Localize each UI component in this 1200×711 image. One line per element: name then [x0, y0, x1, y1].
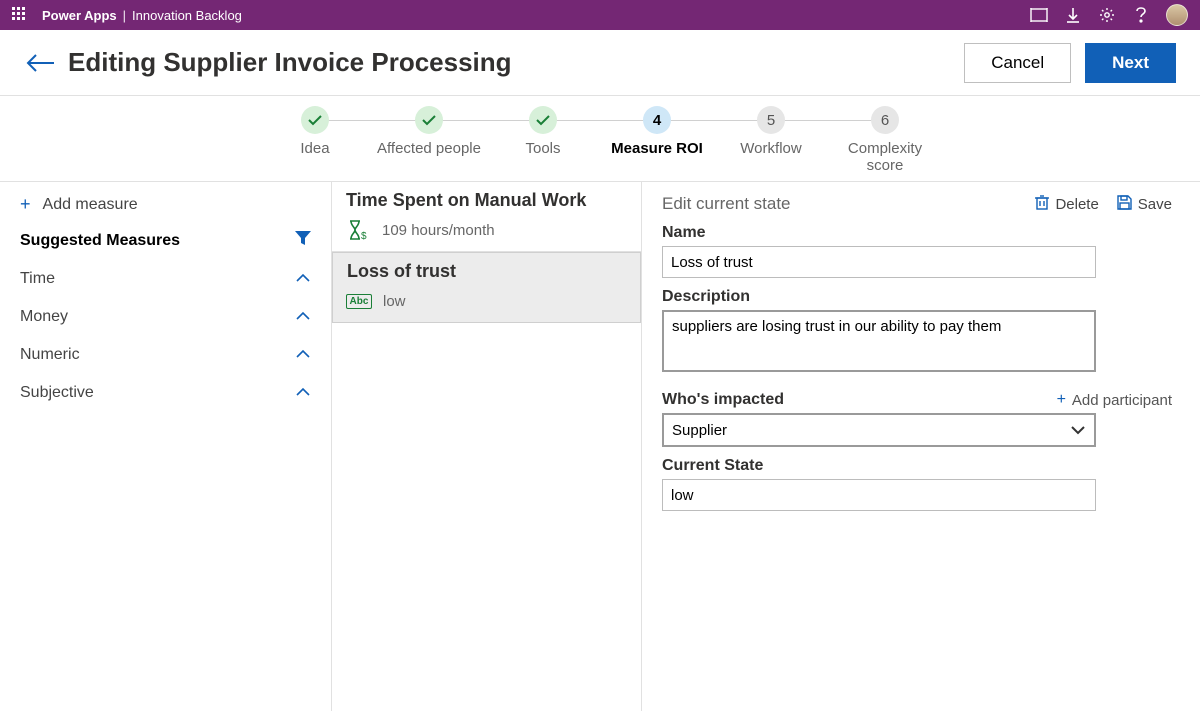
measures-list: Time Spent on Manual Work $ 109 hours/mo…	[332, 182, 642, 711]
chevron-up-icon	[295, 308, 311, 326]
step-idea[interactable]: Idea	[258, 106, 372, 157]
cancel-button[interactable]: Cancel	[964, 43, 1071, 83]
trash-icon	[1035, 194, 1049, 214]
plus-icon: +	[20, 194, 31, 215]
avatar[interactable]	[1166, 4, 1188, 26]
step-measure-roi[interactable]: 4 Measure ROI	[600, 106, 714, 157]
save-icon	[1117, 195, 1132, 214]
description-label: Description	[662, 288, 1172, 306]
help-icon[interactable]	[1132, 6, 1150, 24]
brand-label: Power Apps	[42, 8, 117, 23]
delete-button[interactable]: Delete	[1035, 194, 1098, 214]
add-participant-button[interactable]: + Add participant	[1057, 391, 1172, 409]
category-money[interactable]: Money	[0, 298, 331, 336]
detail-heading: Edit current state	[662, 194, 791, 214]
brand-separator: |	[123, 8, 126, 23]
impacted-select[interactable]: Supplier	[662, 413, 1096, 447]
app-launcher-icon[interactable]	[12, 7, 28, 23]
impacted-label: Who's impacted	[662, 391, 784, 409]
wizard-stepper: Idea Affected people Tools 4 Measure ROI…	[0, 96, 1200, 182]
category-numeric[interactable]: Numeric	[0, 336, 331, 374]
category-time[interactable]: Time	[0, 260, 331, 298]
gear-icon[interactable]	[1098, 6, 1116, 24]
save-button[interactable]: Save	[1117, 195, 1172, 214]
step-tools[interactable]: Tools	[486, 106, 600, 157]
main-content: + Add measure Suggested Measures Time Mo…	[0, 182, 1200, 711]
add-measure-button[interactable]: + Add measure	[0, 182, 331, 227]
abc-icon: Abc	[347, 290, 371, 312]
global-topbar: Power Apps | Innovation Backlog	[0, 0, 1200, 30]
next-button[interactable]: Next	[1085, 43, 1176, 83]
page-title: Editing Supplier Invoice Processing	[68, 47, 512, 78]
plus-icon: +	[1057, 391, 1066, 409]
chevron-down-icon	[1070, 422, 1086, 439]
suggested-measures-header: Suggested Measures	[0, 227, 331, 260]
current-state-input[interactable]	[662, 479, 1096, 511]
step-workflow[interactable]: 5 Workflow	[714, 106, 828, 157]
fit-icon[interactable]	[1030, 6, 1048, 24]
category-subjective[interactable]: Subjective	[0, 374, 331, 412]
chevron-up-icon	[295, 346, 311, 364]
download-icon[interactable]	[1064, 6, 1082, 24]
measures-sidebar: + Add measure Suggested Measures Time Mo…	[0, 182, 332, 711]
hourglass-money-icon: $	[346, 219, 370, 241]
step-complexity-score[interactable]: 6 Complexity score	[828, 106, 942, 175]
measure-card-time-spent[interactable]: Time Spent on Manual Work $ 109 hours/mo…	[332, 182, 641, 252]
svg-text:$: $	[361, 231, 367, 241]
measure-card-loss-of-trust[interactable]: Loss of trust Abc low	[332, 252, 641, 323]
current-state-label: Current State	[662, 457, 1172, 475]
page-header: Editing Supplier Invoice Processing Canc…	[0, 30, 1200, 96]
chevron-up-icon	[295, 270, 311, 288]
name-input[interactable]	[662, 246, 1096, 278]
detail-panel: Edit current state Delete Save Name Desc…	[642, 182, 1200, 711]
app-name-label: Innovation Backlog	[132, 8, 242, 23]
chevron-up-icon	[295, 384, 311, 402]
description-textarea[interactable]	[662, 310, 1096, 372]
back-arrow-icon[interactable]	[24, 46, 58, 80]
filter-icon[interactable]	[295, 231, 311, 250]
name-label: Name	[662, 224, 1172, 242]
step-affected-people[interactable]: Affected people	[372, 106, 486, 157]
